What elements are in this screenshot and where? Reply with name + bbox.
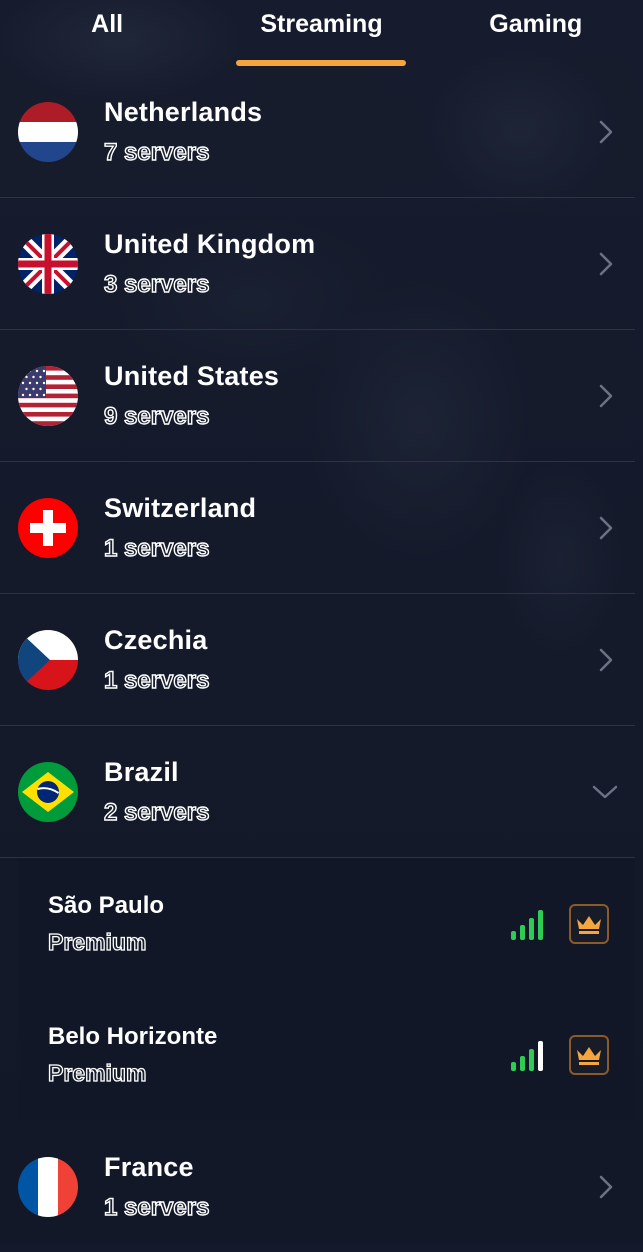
- czechia-flag-icon: [18, 629, 78, 690]
- france-flag-icon: [18, 1156, 78, 1217]
- chevron-right-icon[interactable]: [591, 1173, 619, 1201]
- tab-all-label: All: [91, 10, 124, 38]
- server-count: 2 servers: [103, 798, 210, 826]
- server-row-sao-paulo[interactable]: São Paulo Premium: [18, 858, 635, 989]
- tab-gaming-label: Gaming: [489, 10, 583, 38]
- server-count: 1 servers: [103, 666, 210, 694]
- server-count: 3 servers: [103, 270, 210, 298]
- uk-flag-icon: [18, 233, 78, 294]
- signal-strength-icon: [511, 908, 543, 940]
- netherlands-flag-icon: [18, 101, 78, 162]
- tab-bar: All Streaming Gaming: [0, 0, 643, 66]
- server-tier: Premium: [47, 928, 147, 955]
- chevron-right-icon[interactable]: [591, 382, 619, 410]
- us-flag-icon: [18, 365, 78, 426]
- country-row-brazil[interactable]: Brazil 2 servers: [0, 726, 635, 858]
- country-row-switzerland[interactable]: Switzerland 1 servers: [0, 462, 635, 594]
- country-name: United Kingdom: [104, 228, 316, 259]
- server-count: 7 servers: [103, 138, 210, 166]
- tab-streaming-label: Streaming: [260, 10, 383, 38]
- crown-icon: [569, 903, 609, 944]
- server-count: 9 servers: [103, 402, 210, 430]
- country-name: Netherlands: [104, 96, 263, 127]
- country-row-czechia[interactable]: Czechia 1 servers: [0, 594, 635, 726]
- chevron-down-icon[interactable]: [591, 778, 619, 806]
- switzerland-flag-icon: [18, 497, 78, 558]
- country-name: Brazil: [104, 756, 179, 787]
- tab-streaming[interactable]: Streaming: [218, 0, 424, 66]
- country-row-united-kingdom[interactable]: United Kingdom 3 servers: [0, 198, 635, 330]
- server-count: 1 servers: [103, 534, 210, 562]
- country-name: Czechia: [104, 624, 208, 655]
- country-row-france[interactable]: France 1 servers: [0, 1121, 635, 1252]
- signal-strength-icon: [511, 1039, 543, 1071]
- server-tier: Premium: [47, 1059, 147, 1086]
- chevron-right-icon[interactable]: [591, 514, 619, 542]
- server-count: 1 servers: [103, 1193, 210, 1221]
- tab-gaming[interactable]: Gaming: [433, 0, 639, 66]
- chevron-right-icon[interactable]: [591, 646, 619, 674]
- city-name: Belo Horizonte: [48, 1022, 218, 1050]
- country-name: United States: [104, 360, 280, 391]
- tab-all[interactable]: All: [4, 0, 210, 66]
- brazil-server-list: São Paulo Premium Belo Horizonte Premium: [18, 858, 635, 1121]
- country-name: Switzerland: [104, 492, 257, 523]
- crown-icon: [569, 1034, 609, 1075]
- city-name: São Paulo: [48, 891, 165, 919]
- country-row-netherlands[interactable]: Netherlands 7 servers: [0, 66, 635, 198]
- country-name: France: [104, 1151, 194, 1182]
- chevron-right-icon[interactable]: [591, 118, 619, 146]
- country-row-united-states[interactable]: United States 9 servers: [0, 330, 635, 462]
- server-row-belo-horizonte[interactable]: Belo Horizonte Premium: [18, 989, 635, 1120]
- chevron-right-icon[interactable]: [591, 250, 619, 278]
- brazil-flag-icon: [18, 761, 78, 822]
